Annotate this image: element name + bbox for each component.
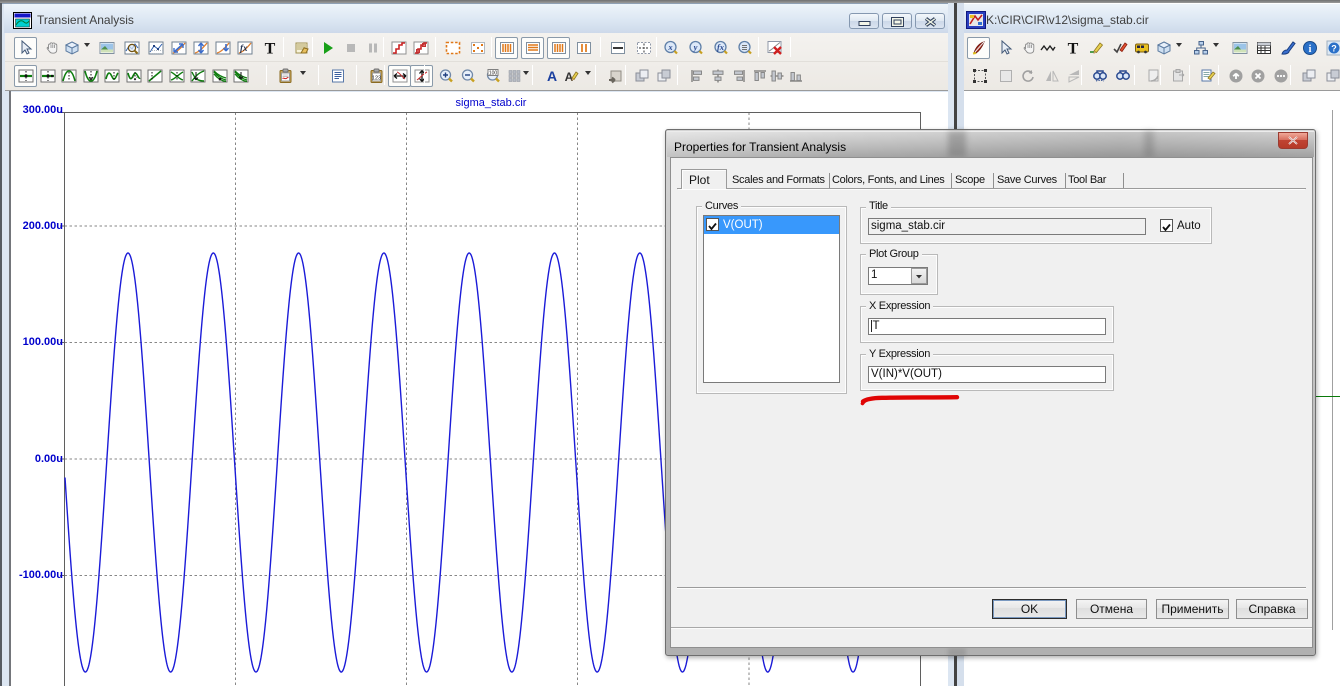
svg-text:y: y [692, 42, 697, 52]
svg-text:x: x [667, 42, 673, 52]
svg-text:fx: fx [240, 43, 248, 53]
svg-text:fx: fx [716, 42, 724, 52]
svg-text:100: 100 [488, 71, 497, 77]
svg-text:A: A [546, 68, 556, 84]
svg-text:T: T [264, 41, 275, 57]
svg-text:T: T [1067, 41, 1078, 57]
svg-text:i: i [1308, 44, 1311, 55]
svg-text:123: 123 [371, 76, 380, 82]
svg-text:?: ? [1331, 44, 1337, 54]
